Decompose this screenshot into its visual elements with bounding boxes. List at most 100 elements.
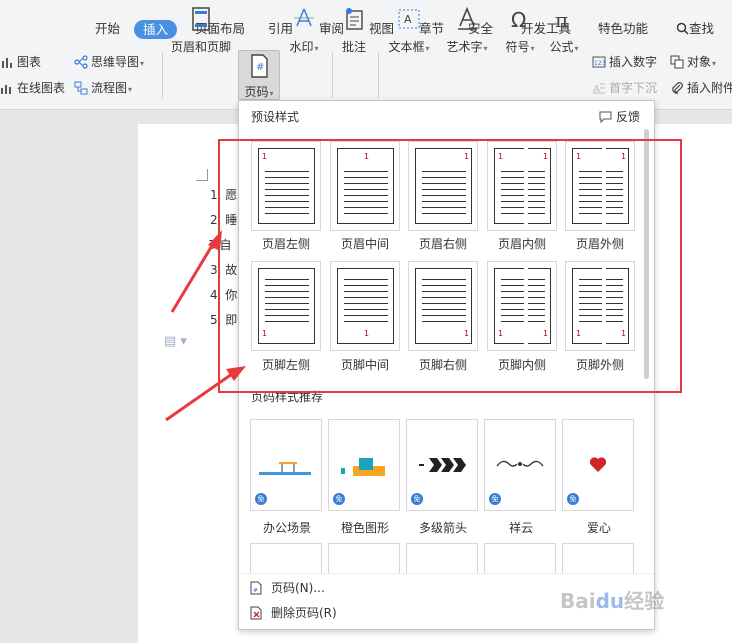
delete-page-number-item[interactable]: 删除页码(R): [249, 602, 337, 624]
template-card-office[interactable]: 免: [250, 419, 322, 511]
attachment-label: 插入附件: [687, 81, 732, 95]
template-label: 祥云: [508, 521, 533, 535]
template-label: 多级箭头: [418, 521, 467, 535]
search-icon: [676, 22, 689, 35]
template-label: 办公场景: [262, 521, 311, 535]
symbol-label: 符号: [505, 40, 530, 54]
textbox-button[interactable]: A 文本框▾: [386, 6, 432, 60]
delete-page-number-label: 删除页码(R): [271, 606, 337, 620]
tab-features[interactable]: 特色功能: [592, 19, 654, 39]
template-label: 橙色图形: [340, 521, 389, 535]
comment-label: 批注: [341, 40, 366, 54]
omega-icon: Ω: [511, 8, 526, 32]
page-number-settings-item[interactable]: # 页码(N)...: [249, 577, 325, 599]
template-card-heart[interactable]: 免: [562, 419, 634, 511]
ribbon-separator: [162, 52, 163, 98]
auspicious-cloud-graphic: [496, 460, 544, 467]
attachment-button[interactable]: 插入附件: [670, 78, 732, 98]
paperclip-icon: [672, 82, 683, 94]
svg-text:π: π: [555, 8, 568, 32]
dropcap-button[interactable]: A 首字下沉: [592, 78, 657, 98]
search-button[interactable]: 查找: [670, 19, 720, 39]
orange-shape-graphic: [341, 458, 385, 476]
template-card[interactable]: [562, 543, 634, 573]
online-chart-icon: [1, 85, 11, 94]
object-button[interactable]: 对象▾: [670, 52, 716, 72]
watermark-icon: [294, 8, 314, 27]
ribbon-separator: [332, 52, 333, 98]
page-number-icon: #: [251, 54, 268, 78]
formula-label: 公式: [549, 40, 574, 54]
bar-chart-icon: [2, 58, 12, 68]
comment-icon: [346, 8, 363, 30]
svg-text:#: #: [256, 62, 264, 73]
page-number-button[interactable]: # 页码▾: [238, 50, 280, 100]
chart-button[interactable]: 图表: [0, 52, 41, 72]
object-label: 对象: [687, 55, 712, 69]
flowchart-icon: [74, 81, 88, 95]
online-chart-button[interactable]: 在线图表: [0, 78, 65, 98]
mindmap-label: 思维导图: [91, 55, 140, 69]
flowchart-button[interactable]: 流程图▾: [74, 78, 132, 98]
free-badge: 免: [489, 493, 501, 505]
online-chart-label: 在线图表: [17, 81, 66, 95]
dropcap-label: 首字下沉: [609, 81, 658, 95]
page-number-settings-label: 页码(N)...: [271, 581, 325, 595]
object-icon: [670, 55, 684, 69]
paste-options-icon[interactable]: ▤ ▾: [164, 334, 187, 349]
margin-corner-mark: [196, 169, 208, 181]
header-footer-icon: [192, 7, 210, 31]
dropcap-icon: A: [593, 83, 605, 95]
ribbon-separator: [378, 52, 379, 98]
insert-number-button[interactable]: 123 插入数字: [592, 52, 657, 72]
svg-text:123: 123: [594, 60, 606, 67]
template-card[interactable]: [328, 543, 400, 573]
template-card[interactable]: [406, 543, 478, 573]
template-card-orange[interactable]: 免: [328, 419, 400, 511]
textbox-icon: A: [398, 9, 420, 29]
template-card-arrows[interactable]: 免: [406, 419, 478, 511]
highlight-box: [218, 139, 682, 393]
wordart-icon: [458, 6, 476, 30]
flowchart-label: 流程图: [91, 81, 128, 95]
office-scene-graphic: [259, 462, 311, 475]
search-label: 查找: [689, 21, 715, 36]
feedback-link[interactable]: 反馈: [599, 108, 640, 125]
svg-text:Ω: Ω: [511, 8, 526, 32]
free-badge: 免: [411, 493, 423, 505]
chart-label: 图表: [17, 55, 42, 69]
template-card[interactable]: [484, 543, 556, 573]
template-label: 爱心: [586, 521, 611, 535]
page-number-label: 页码: [244, 85, 269, 99]
symbol-button[interactable]: Ω 符号▾: [500, 6, 540, 60]
template-card[interactable]: [250, 543, 322, 573]
mindmap-icon: [74, 55, 88, 69]
watermark-button[interactable]: 水印▾: [284, 6, 324, 60]
free-badge: 免: [333, 493, 345, 505]
svg-text:A: A: [404, 13, 412, 26]
header-footer-button[interactable]: 页眉和页脚: [168, 6, 234, 60]
textbox-label: 文本框: [388, 40, 425, 54]
insert-number-label: 插入数字: [609, 55, 658, 69]
free-badge: 免: [255, 493, 267, 505]
chat-bubble-icon: [599, 111, 612, 124]
free-badge: 免: [567, 493, 579, 505]
preset-styles-heading: 预设样式: [251, 110, 300, 124]
tab-start[interactable]: 开始: [89, 19, 126, 39]
formula-button[interactable]: π 公式▾: [544, 6, 584, 60]
insert-number-icon: 123: [592, 56, 606, 68]
multi-arrow-graphic: [419, 458, 466, 472]
wordart-label: 艺术字: [446, 40, 483, 54]
feedback-label: 反馈: [615, 110, 640, 124]
watermark-logo: Baidu经验: [560, 589, 665, 613]
comment-button[interactable]: 批注: [338, 6, 370, 60]
svg-text:#: #: [253, 587, 258, 594]
watermark-label: 水印: [289, 40, 314, 54]
wordart-button[interactable]: 艺术字▾: [442, 6, 492, 60]
heart-icon: [589, 457, 607, 472]
template-card-cloud[interactable]: 免: [484, 419, 556, 511]
header-footer-label: 页眉和页脚: [170, 40, 231, 54]
delete-page-number-icon: [250, 606, 262, 620]
page-number-settings-icon: #: [250, 581, 262, 595]
mindmap-button[interactable]: 思维导图▾: [74, 52, 144, 72]
